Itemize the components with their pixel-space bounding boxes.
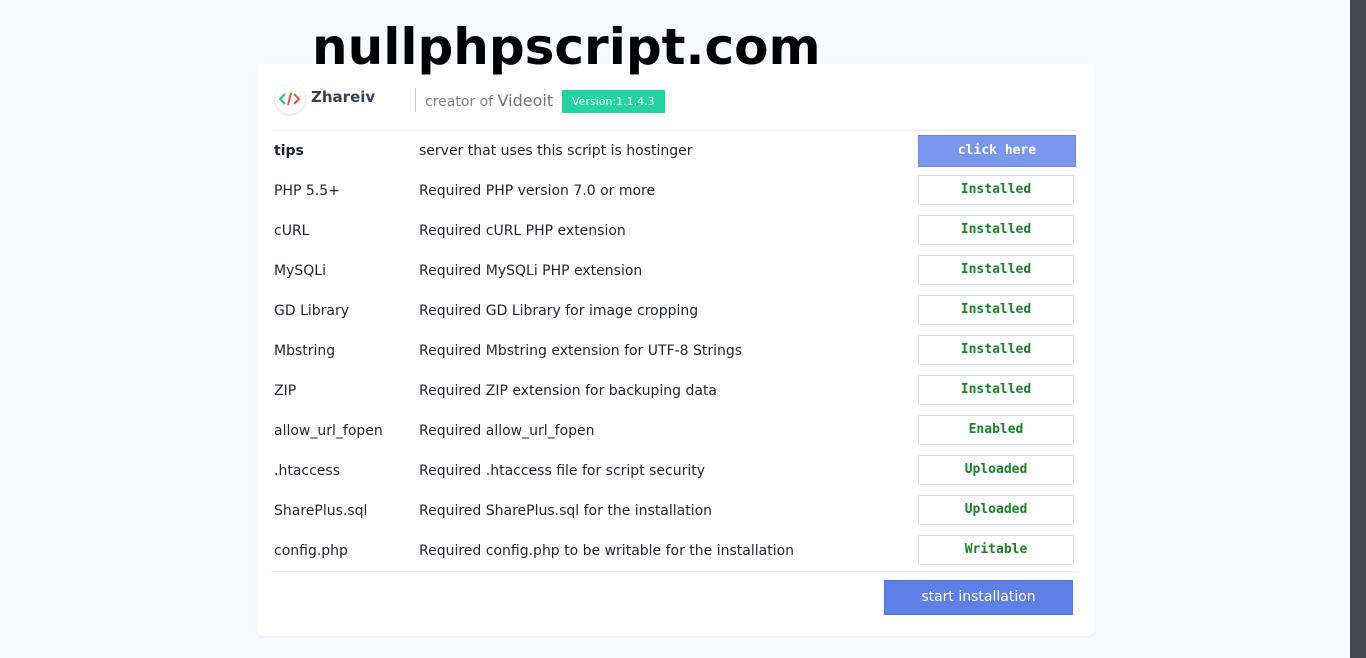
requirement-desc: Required cURL PHP extension xyxy=(419,223,626,239)
requirement-name: GD Library xyxy=(274,303,350,319)
table-divider-bottom xyxy=(271,571,1079,572)
creator-prefix: creator of xyxy=(425,94,494,110)
requirement-name: config.php xyxy=(274,543,348,559)
requirement-name: Mbstring xyxy=(274,343,336,359)
status-badge: Enabled xyxy=(918,415,1074,445)
requirement-desc: Required ZIP extension for backuping dat… xyxy=(419,383,718,399)
requirement-name: SharePlus.sql xyxy=(274,503,368,519)
requirement-desc: Required GD Library for image cropping xyxy=(419,303,699,319)
version-badge: Version:1.1.4.3 xyxy=(562,90,665,113)
requirement-desc: server that uses this script is hostinge… xyxy=(419,143,693,159)
requirement-row: cURL Required cURL PHP extension Install… xyxy=(257,211,1094,251)
status-badge: Uploaded xyxy=(918,455,1074,485)
requirement-row: SharePlus.sql Required SharePlus.sql for… xyxy=(257,491,1094,531)
brand-name: Zhareiv xyxy=(311,88,376,106)
requirement-name: tips xyxy=(274,143,304,159)
requirement-desc: Required .htaccess file for script secur… xyxy=(419,463,706,479)
requirement-desc: Required PHP version 7.0 or more xyxy=(419,183,656,199)
status-badge: Installed xyxy=(918,215,1074,245)
requirement-name: ZIP xyxy=(274,383,297,399)
requirement-row-tips: tips server that uses this script is hos… xyxy=(257,131,1094,171)
requirement-name: MySQLi xyxy=(274,263,326,279)
requirement-row: config.php Required config.php to be wri… xyxy=(257,531,1094,571)
requirement-name: allow_url_fopen xyxy=(274,423,383,439)
status-badge: Installed xyxy=(918,175,1074,205)
status-badge: Installed xyxy=(918,295,1074,325)
requirement-row: GD Library Required GD Library for image… xyxy=(257,291,1094,331)
requirement-desc: Required SharePlus.sql for the installat… xyxy=(419,503,713,519)
creator-text: creator of Videoit xyxy=(425,91,553,110)
requirement-desc: Required Mbstring extension for UTF-8 St… xyxy=(419,343,743,359)
product-name: Videoit xyxy=(497,91,554,110)
status-badge: Uploaded xyxy=(918,495,1074,525)
requirement-row: allow_url_fopen Required allow_url_fopen… xyxy=(257,411,1094,451)
requirement-row: .htaccess Required .htaccess file for sc… xyxy=(257,451,1094,491)
requirement-row: Mbstring Required Mbstring extension for… xyxy=(257,331,1094,371)
status-badge: Installed xyxy=(918,335,1074,365)
click-here-button[interactable]: click here xyxy=(918,135,1076,167)
requirement-desc: Required allow_url_fopen xyxy=(419,423,595,439)
requirement-name: PHP 5.5+ xyxy=(274,183,340,199)
header-divider xyxy=(415,88,416,112)
requirement-name: cURL xyxy=(274,223,310,239)
watermark-text: nullphpscript.com xyxy=(312,18,821,76)
status-badge: Installed xyxy=(918,375,1074,405)
requirement-name: .htaccess xyxy=(274,463,340,479)
requirement-desc: Required config.php to be writable for t… xyxy=(419,543,795,559)
status-badge: Writable xyxy=(918,535,1074,565)
requirement-row: MySQLi Required MySQLi PHP extension Ins… xyxy=(257,251,1094,291)
start-installation-button[interactable]: start installation xyxy=(884,580,1073,615)
code-brackets-icon xyxy=(275,84,305,114)
status-badge: Installed xyxy=(918,255,1074,285)
requirement-row: PHP 5.5+ Required PHP version 7.0 or mor… xyxy=(257,171,1094,211)
scrollbar[interactable] xyxy=(1350,0,1366,658)
installer-card: Zhareiv creator of Videoit Version:1.1.4… xyxy=(257,64,1094,636)
requirement-row: ZIP Required ZIP extension for backuping… xyxy=(257,371,1094,411)
requirement-desc: Required MySQLi PHP extension xyxy=(419,263,643,279)
